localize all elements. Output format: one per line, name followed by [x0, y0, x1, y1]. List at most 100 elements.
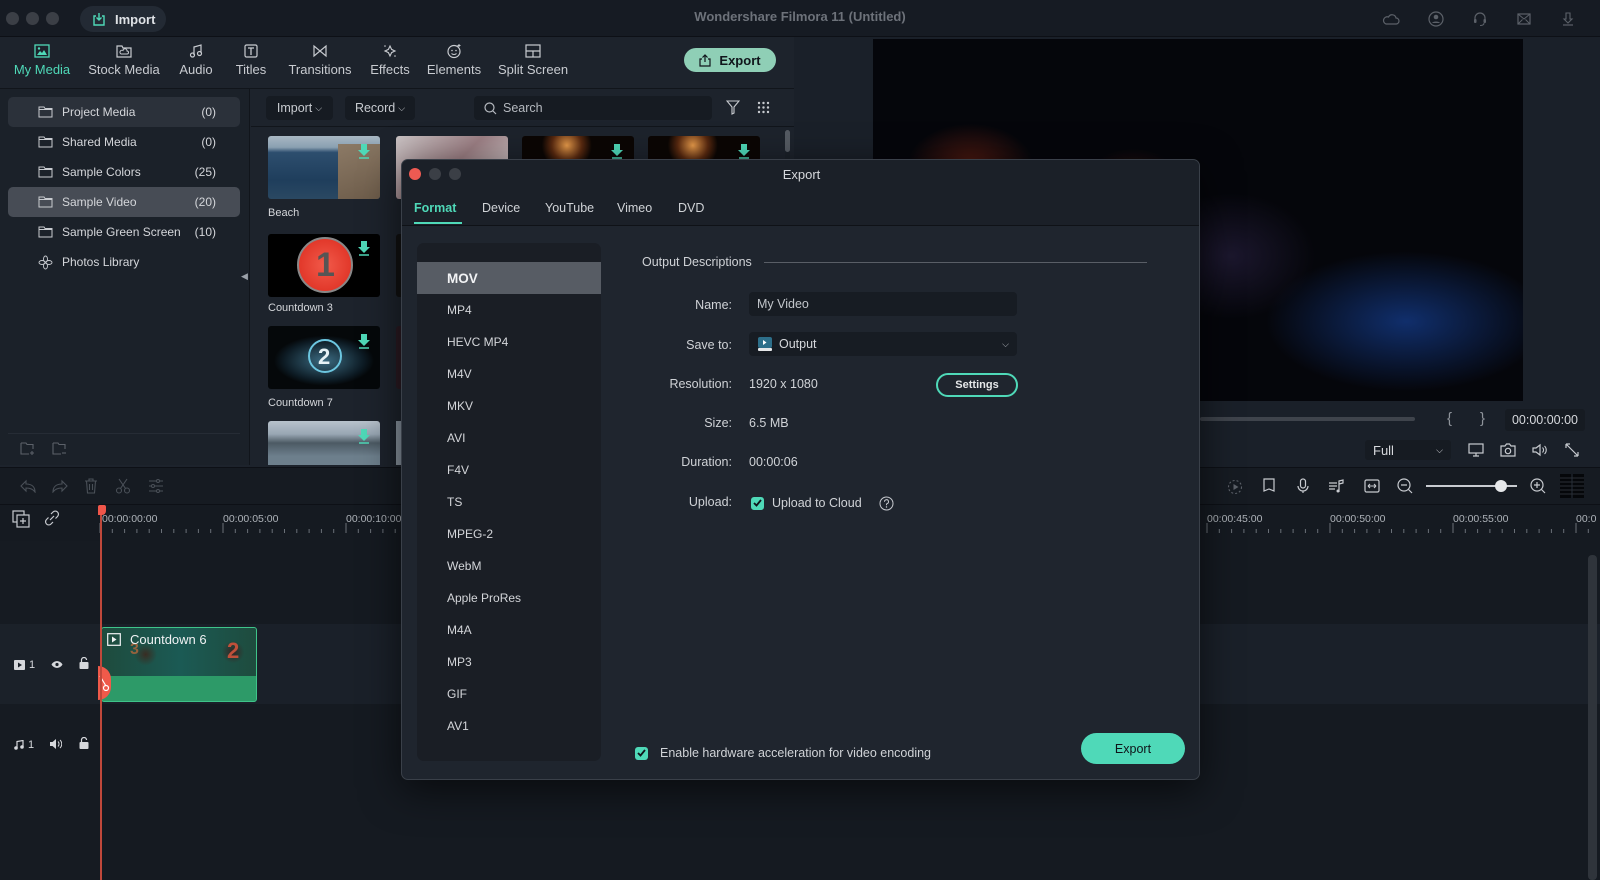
tab-my-media[interactable]: My Media — [12, 40, 72, 90]
name-input[interactable]: My Video — [749, 292, 1017, 316]
tab-audio[interactable]: Audio — [178, 40, 214, 86]
image-icon — [34, 40, 50, 62]
playhead[interactable] — [100, 505, 102, 880]
mark-out-button[interactable]: } — [1480, 410, 1485, 427]
audio-meter-icon[interactable] — [1560, 474, 1584, 498]
lock-open-icon[interactable] — [79, 737, 89, 749]
download-icon[interactable] — [357, 333, 371, 349]
download-icon[interactable] — [357, 428, 371, 444]
cloud-folder-icon — [116, 40, 132, 62]
audio-mixer-icon[interactable] — [1328, 478, 1344, 494]
tab-format[interactable]: Format — [414, 201, 456, 215]
tab-stock-media[interactable]: Stock Media — [86, 40, 162, 86]
delete-trash-icon[interactable] — [84, 478, 98, 494]
redo-icon[interactable] — [52, 479, 68, 493]
checkbox-checked-icon[interactable] — [635, 746, 648, 760]
zoom-in-icon[interactable] — [1530, 478, 1546, 494]
account-icon[interactable] — [1427, 10, 1445, 28]
link-icon[interactable] — [44, 510, 60, 526]
save-to-select[interactable]: Output ⌵ — [749, 332, 1017, 356]
new-folder-icon[interactable] — [20, 442, 36, 456]
marker-icon[interactable] — [1262, 478, 1276, 494]
render-preview-icon[interactable] — [1227, 479, 1243, 495]
export-button[interactable]: Export — [684, 48, 776, 72]
zoom-out-icon[interactable] — [1397, 478, 1413, 494]
filter-icon[interactable] — [726, 100, 740, 115]
lock-open-icon[interactable] — [79, 657, 89, 669]
section-title: Output Descriptions — [642, 255, 752, 269]
window-close-button[interactable] — [6, 12, 19, 25]
tab-dvd[interactable]: DVD — [678, 201, 704, 215]
folder-sample-colors[interactable]: Sample Colors (25) — [8, 157, 240, 187]
format-item-av1[interactable]: AV1 — [417, 710, 601, 742]
window-minimize-button[interactable] — [26, 12, 39, 25]
download-icon[interactable] — [737, 143, 751, 159]
adjust-sliders-icon[interactable] — [148, 479, 164, 493]
cloud-icon[interactable] — [1382, 10, 1400, 28]
tab-vimeo[interactable]: Vimeo — [617, 201, 652, 215]
quality-select[interactable]: Full ⌵ — [1365, 440, 1451, 460]
window-zoom-button[interactable] — [46, 12, 59, 25]
tab-transitions[interactable]: Transitions — [286, 40, 354, 86]
size-label: Size: — [704, 416, 732, 430]
format-item-webm[interactable]: WebM — [417, 550, 601, 582]
tab-titles[interactable]: Titles — [234, 40, 268, 86]
timeline-vertical-scrollbar[interactable] — [1588, 555, 1597, 880]
playhead-handle[interactable] — [98, 505, 106, 515]
snapshot-camera-icon[interactable] — [1500, 443, 1516, 457]
download-icon[interactable] — [357, 240, 371, 256]
microphone-icon[interactable] — [1296, 478, 1310, 494]
mark-in-button[interactable]: { — [1447, 410, 1452, 427]
tab-elements[interactable]: Elements — [425, 40, 483, 86]
import-dropdown[interactable]: Import ⌵ — [266, 96, 333, 120]
download-icon[interactable] — [1559, 10, 1577, 28]
folder-photos-library[interactable]: Photos Library — [8, 247, 240, 277]
collapse-sidebar-icon[interactable]: ◀ — [241, 271, 248, 282]
checkbox-checked-icon[interactable] — [751, 496, 764, 510]
tab-split-screen[interactable]: Split Screen — [496, 40, 570, 86]
tab-label: Transitions — [288, 62, 352, 77]
format-item-apple-prores[interactable]: Apple ProRes — [417, 582, 601, 614]
download-icon[interactable] — [610, 143, 624, 159]
record-dropdown[interactable]: Record ⌵ — [345, 96, 415, 120]
help-question-icon[interactable] — [879, 496, 894, 511]
preview-progress-bar[interactable] — [1200, 417, 1415, 421]
folder-sample-green-screen[interactable]: Sample Green Screen (10) — [8, 217, 240, 247]
add-track-icon[interactable] — [12, 510, 30, 528]
timeline-zoom-slider-handle[interactable] — [1494, 480, 1507, 492]
format-item-m4a[interactable]: M4A — [417, 614, 601, 646]
folder-sample-video[interactable]: Sample Video (20) — [8, 187, 240, 217]
monitor-icon[interactable] — [1468, 443, 1484, 457]
app-title: Wondershare Filmora 11 (Untitled) — [694, 9, 906, 24]
download-icon[interactable] — [357, 143, 371, 159]
fullscreen-expand-icon[interactable] — [1565, 443, 1579, 457]
format-item-mov[interactable]: MOV — [417, 262, 601, 294]
upload-to-cloud-checkbox[interactable]: Upload to Cloud — [751, 496, 862, 510]
hardware-acceleration-checkbox[interactable]: Enable hardware acceleration for video e… — [635, 746, 931, 760]
mail-icon[interactable] — [1515, 10, 1533, 28]
tab-youtube[interactable]: YouTube — [545, 201, 594, 215]
format-item-mpeg-2[interactable]: MPEG-2 — [417, 518, 601, 550]
fit-timeline-icon[interactable] — [1364, 479, 1380, 493]
delete-folder-icon[interactable] — [52, 442, 68, 456]
speaker-volume-icon[interactable] — [50, 739, 62, 749]
timeline-clip-countdown-6[interactable]: 3 2 Countdown 6 — [101, 627, 257, 702]
tab-effects[interactable]: Effects — [368, 40, 412, 86]
folder-shared-media[interactable]: Shared Media (0) — [8, 127, 240, 157]
folder-project-media[interactable]: Project Media (0) — [8, 97, 240, 127]
headset-support-icon[interactable] — [1471, 10, 1489, 28]
undo-icon[interactable] — [20, 479, 36, 493]
import-button[interactable]: Import — [80, 6, 166, 32]
eye-visibility-icon[interactable] — [51, 660, 63, 669]
format-item-gif[interactable]: GIF — [417, 678, 601, 710]
dialog-export-button[interactable]: Export — [1081, 733, 1185, 764]
format-item-mp3[interactable]: MP3 — [417, 646, 601, 678]
tab-device[interactable]: Device — [482, 201, 520, 215]
volume-icon[interactable] — [1532, 443, 1548, 457]
divider — [8, 433, 240, 434]
title-bar: Import Wondershare Filmora 11 (Untitled) — [0, 0, 1600, 37]
settings-button[interactable]: Settings — [936, 373, 1018, 397]
grid-view-icon[interactable] — [757, 101, 770, 114]
search-input[interactable]: Search — [474, 96, 712, 120]
scissors-cut-icon[interactable] — [115, 478, 131, 494]
